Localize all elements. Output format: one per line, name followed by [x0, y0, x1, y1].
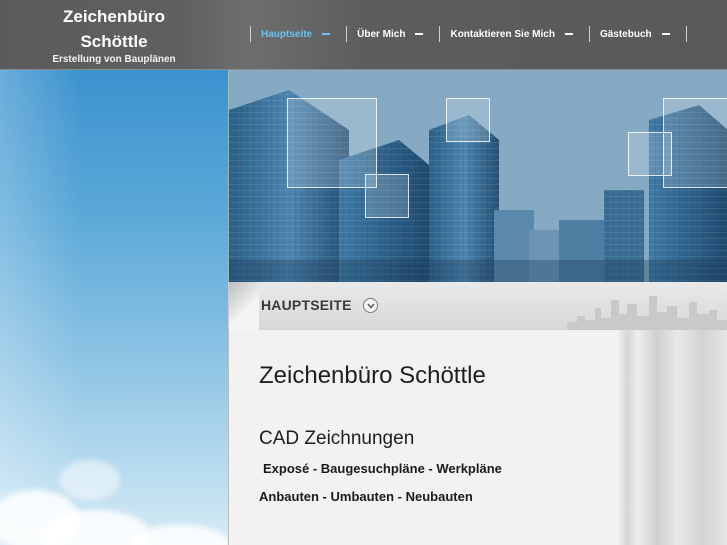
nav-item-label: Über Mich [357, 28, 406, 40]
glass-square-decoration [663, 98, 727, 188]
nav-item-kontakt[interactable]: Kontaktieren Sie Mich [439, 26, 588, 42]
glass-square-decoration [628, 132, 672, 176]
dash-icon [322, 33, 331, 35]
main-nav: Hauptseite Über Mich Kontaktieren Sie Mi… [250, 26, 687, 42]
nav-divider [685, 26, 687, 42]
dash-icon [564, 33, 573, 35]
content-construction-line: Anbauten - Umbauten - Neubauten [259, 489, 473, 504]
page-title-bar: HAUPTSEITE [228, 282, 727, 330]
content-services-line: Exposé - Baugesuchpläne - Werkpläne [263, 461, 502, 476]
content-subheading: CAD Zeichnungen [259, 428, 415, 449]
header-banner-image [228, 70, 727, 282]
glass-square-decoration [287, 98, 377, 188]
brand-title-line2: Schöttle [80, 32, 148, 51]
glass-square-decoration [446, 98, 490, 142]
nav-item-label: Kontaktieren Sie Mich [450, 28, 555, 40]
skyline-silhouette [567, 296, 727, 330]
nav-item-label: Hauptseite [261, 28, 313, 40]
main-content: Zeichenbüro Schöttle CAD Zeichnungen Exp… [228, 330, 727, 545]
site-header: Zeichenbüro Schöttle Erstellung von Baup… [0, 0, 727, 70]
cloud-shape [60, 460, 120, 500]
dash-icon [661, 33, 670, 35]
nav-item-gaestebuch[interactable]: Gästebuch [588, 26, 686, 42]
brand-subtitle: Erstellung von Bauplänen [52, 54, 176, 65]
sky-background [0, 70, 228, 545]
chevron-down-icon[interactable] [363, 298, 378, 313]
nav-item-ueber-mich[interactable]: Über Mich [346, 26, 439, 42]
nav-item-hauptseite[interactable]: Hauptseite [250, 26, 346, 42]
glass-square-decoration [365, 174, 409, 218]
brand[interactable]: Zeichenbüro Schöttle Erstellung von Baup… [0, 0, 228, 70]
page-title: HAUPTSEITE [261, 297, 352, 313]
page-curl-decoration [229, 282, 259, 330]
nav-item-label: Gästebuch [599, 28, 652, 40]
content-heading: Zeichenbüro Schöttle [259, 362, 486, 389]
dash-icon [415, 33, 424, 35]
brand-title-line1: Zeichenbüro [62, 7, 165, 26]
